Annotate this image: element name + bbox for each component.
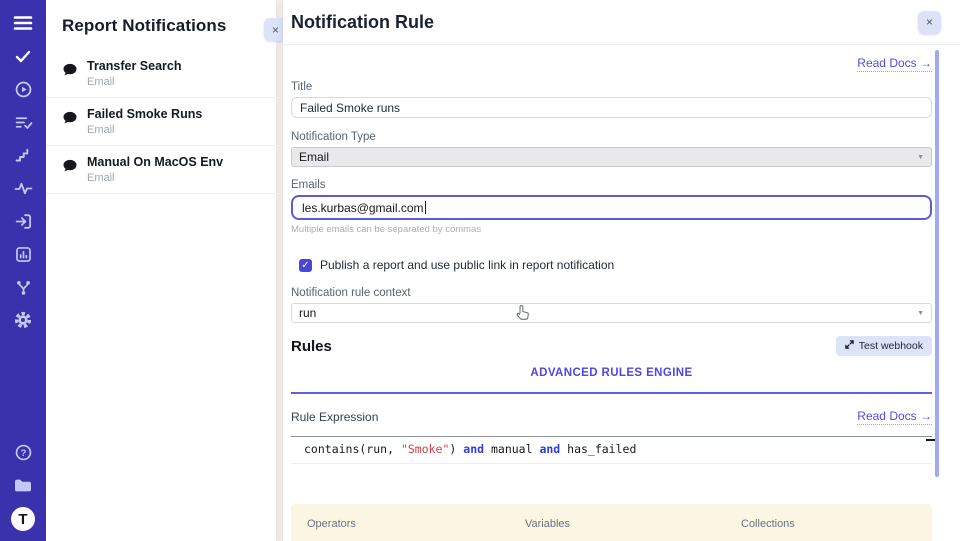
help-column-operators: Operatorsand, or - logical operators<, >… [307,516,505,541]
rules-heading: Rules [291,338,332,355]
folder-icon[interactable] [12,474,34,496]
title-input[interactable] [291,97,932,118]
rule-expression-label: Rule Expression [291,410,378,424]
help-column-heading: Collections [741,516,916,533]
panel-gap [276,0,283,541]
emails-value: les.kurbas@gmail.com [302,201,424,215]
notification-list: Transfer SearchEmailFailed Smoke RunsEma… [46,50,276,194]
notification-rule-panel: Notification Rule × Read Docs → Title No… [283,0,960,541]
rule-expression-editor[interactable]: contains(run, "Smoke") and manual and ha… [291,436,932,464]
app-root: ?T Report Notifications × Transfer Searc… [0,0,960,541]
read-docs-link-rules[interactable]: Read Docs → [857,409,932,425]
chevron-down-icon: ▼ [917,154,924,161]
notification-type-label: Notification Type [291,131,932,143]
expression-help-box: Operatorsand, or - logical operators<, >… [291,504,932,541]
help-column-collections: Collectionstests, passed_tests, failed_t… [741,516,916,541]
steps-icon[interactable] [12,144,34,166]
notification-type-value: Email [299,150,329,164]
rules-tabs: ADVANCED RULES ENGINE [291,363,932,394]
help-column-heading: Variables [525,516,721,533]
menu-icon[interactable] [12,12,34,34]
publish-report-checkbox[interactable]: ✓ [299,259,312,272]
notification-list-item[interactable]: Manual On MacOS EnvEmail [46,146,276,194]
notification-list-item[interactable]: Failed Smoke RunsEmail [46,98,276,146]
close-rule-button[interactable]: × [918,11,941,34]
rule-context-select[interactable]: run ▼ [291,303,932,323]
help-column-heading: Operators [307,516,505,533]
notification-list-item[interactable]: Transfer SearchEmail [46,50,276,98]
app-logo[interactable]: T [11,507,35,531]
notification-rule-header: Notification Rule × [283,0,960,45]
mouse-cursor-icon [515,304,529,326]
activity-icon[interactable] [12,177,34,199]
emails-input[interactable]: les.kurbas@gmail.com [291,195,932,220]
svg-text:?: ? [20,447,26,458]
chat-bubble-icon [62,110,78,130]
test-webhook-label: Test webhook [859,340,923,352]
notification-channel: Email [87,75,182,89]
vertical-scrollbar[interactable] [935,50,939,477]
report-notifications-panel: Report Notifications × Transfer SearchEm… [46,0,276,541]
rule-context-label: Notification rule context [291,287,932,299]
help-icon[interactable]: ? [12,441,34,463]
rule-context-value: run [299,306,316,320]
gear-icon[interactable] [12,309,34,331]
notification-channel: Email [87,171,223,185]
chevron-down-icon: ▼ [917,310,924,317]
test-webhook-button[interactable]: Test webhook [836,336,932,356]
bar-chart-icon[interactable] [12,243,34,265]
notification-title: Manual On MacOS Env [87,155,223,170]
branch-icon[interactable] [12,276,34,298]
list-check-icon[interactable] [12,111,34,133]
notification-type-select[interactable]: Email ▼ [291,147,932,167]
emails-hint: Multiple emails can be separated by comm… [291,224,932,235]
notification-title: Failed Smoke Runs [87,107,202,122]
notification-rule-form: Read Docs → Title Notification Type Emai… [283,45,960,541]
sidebar-nav [12,12,34,342]
tab-advanced-rules-engine[interactable]: ADVANCED RULES ENGINE [530,367,692,379]
sidebar-bottom: ?T [11,441,35,531]
expand-arrows-icon [845,340,854,352]
rule-expression-code: contains(run, "Smoke") and manual and ha… [304,442,932,456]
text-caret [425,201,426,214]
report-notifications-header: Report Notifications [46,0,276,48]
notification-channel: Email [87,123,202,137]
publish-report-label: Publish a report and use public link in … [320,258,614,272]
emails-label: Emails [291,179,932,191]
notification-title: Transfer Search [87,59,182,74]
play-circle-icon[interactable] [12,78,34,100]
sidebar: ?T [0,0,46,541]
read-docs-link-top[interactable]: Read Docs → [857,56,932,72]
help-column-variables: Variableshas_passed, has_failed, has_com… [525,516,721,541]
publish-report-checkbox-row[interactable]: ✓ Publish a report and use public link i… [299,258,932,272]
check-icon[interactable] [12,45,34,67]
chat-bubble-icon [62,158,78,178]
title-label: Title [291,81,932,93]
sign-in-icon[interactable] [12,210,34,232]
chat-bubble-icon [62,62,78,82]
notification-rule-title: Notification Rule [291,12,434,33]
editor-resize-handle[interactable] [926,439,935,441]
report-notifications-title: Report Notifications [62,16,262,36]
